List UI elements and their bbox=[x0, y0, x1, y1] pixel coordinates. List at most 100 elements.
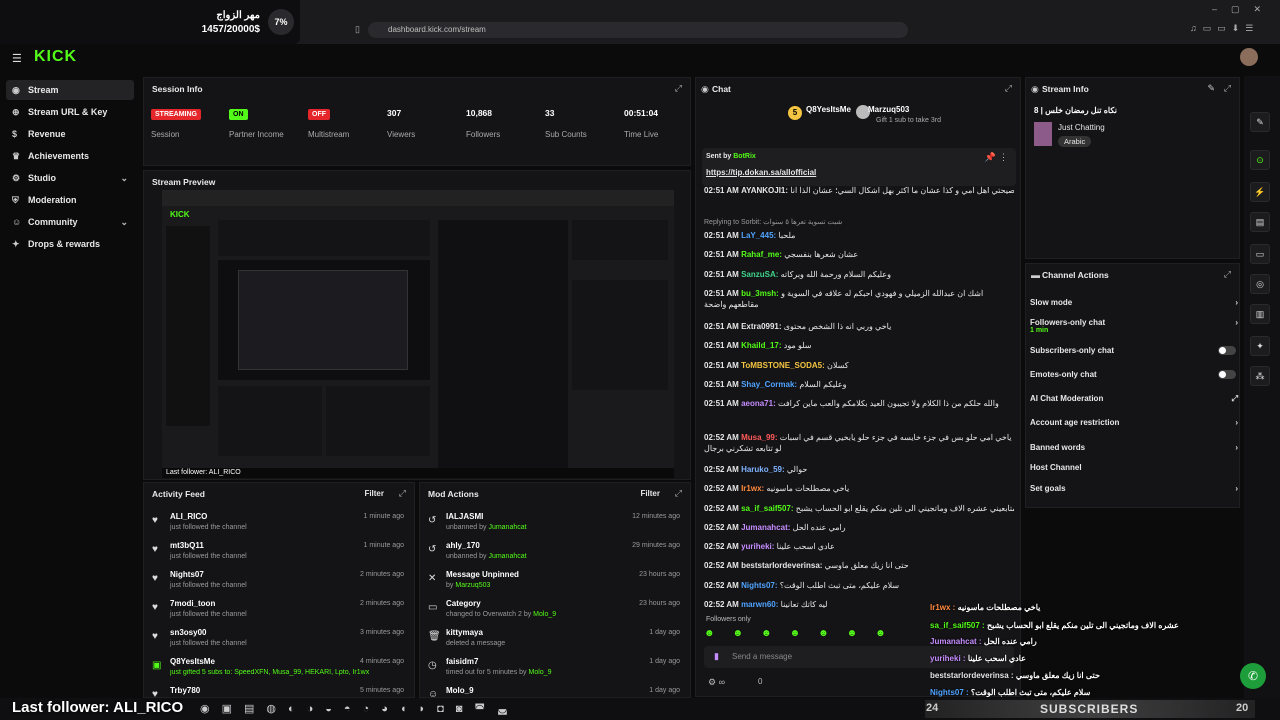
action-host-channel[interactable]: Host Channel bbox=[1030, 463, 1240, 485]
item-name[interactable]: Message Unpinned bbox=[446, 570, 519, 579]
chat-message[interactable]: 02:51 AM Rahaf_me: عشان شعرها بنفسجي bbox=[704, 249, 1014, 260]
pinned-link[interactable]: https://tip.dokan.sa/allofficial bbox=[706, 168, 816, 177]
action-subscribers-only[interactable]: Subscribers-only chat bbox=[1030, 346, 1240, 368]
action-set-goals[interactable]: Set goals › bbox=[1030, 484, 1240, 506]
item-name[interactable]: Q8YesItsMe bbox=[170, 657, 215, 666]
action-followers-only[interactable]: Followers-only chat 1 min › bbox=[1030, 318, 1240, 340]
chat-message[interactable]: 02:51 AM AYANKOJI1: للمصيحتي اهل امي و ك… bbox=[704, 185, 1014, 196]
sidebar-item-moderation[interactable]: ⛨ Moderation bbox=[6, 190, 134, 210]
message-username[interactable]: Jumanahcat: bbox=[741, 523, 790, 532]
chat-message[interactable]: 02:52 AM Jumanahcat: رامي عنده الحل bbox=[704, 522, 1014, 533]
expand-icon[interactable]: ⤢ bbox=[675, 488, 682, 499]
action-slow-mode[interactable]: Slow mode › bbox=[1030, 298, 1240, 320]
item-name[interactable]: ahly_170 bbox=[446, 541, 480, 550]
more-icon[interactable]: ⋮ bbox=[999, 152, 1008, 163]
edit-icon[interactable]: ✎ bbox=[1207, 83, 1215, 94]
message-username[interactable]: Musa_99: bbox=[741, 433, 777, 442]
item-name[interactable]: Category bbox=[446, 599, 481, 608]
gifter-name[interactable]: Marzuq503 bbox=[868, 105, 909, 114]
message-username[interactable]: aeona71: bbox=[741, 399, 776, 408]
sidebar-item-stream[interactable]: ◉ Stream bbox=[6, 80, 134, 100]
toggle-switch[interactable] bbox=[1218, 370, 1236, 379]
chat-message[interactable]: 02:51 AM ToMBSTONE_SODA5: كسلان bbox=[704, 360, 1014, 371]
chat-message[interactable]: 02:51 AM Shay_Cormak: وعليكم السلام bbox=[704, 379, 1014, 390]
item-name[interactable]: faisidm7 bbox=[446, 657, 478, 666]
pinned-bot[interactable]: BotRix bbox=[733, 153, 756, 160]
community-icon[interactable]: ⁂ bbox=[1250, 366, 1270, 386]
category-name[interactable]: Just Chatting bbox=[1058, 123, 1105, 132]
bolt-icon[interactable]: ⚡ bbox=[1250, 182, 1270, 202]
stream-preview-video[interactable]: KICK Last follower: ALI_RICO bbox=[162, 190, 674, 478]
action-account-age[interactable]: Account age restriction › bbox=[1030, 418, 1240, 440]
chat-message[interactable]: 02:51 AM aeona71: والله حلكم من ذا الكلا… bbox=[704, 398, 1014, 409]
item-name[interactable]: 7modi_toon bbox=[170, 599, 215, 608]
address-bar[interactable]: dashboard.kick.com/stream bbox=[368, 22, 908, 38]
action-emotes-only[interactable]: Emotes-only chat bbox=[1030, 370, 1240, 392]
action-ai-moderation[interactable]: AI Chat Moderation ⤢ bbox=[1030, 394, 1240, 416]
sidebar-item-achievements[interactable]: ♛ Achievements bbox=[6, 146, 134, 166]
chat-message[interactable]: 02:51 AM LaY_445: ملحبا bbox=[704, 230, 1014, 241]
filter-button[interactable]: Filter bbox=[364, 489, 384, 498]
sidebar-item-community[interactable]: ☺ Community ⌄ bbox=[6, 212, 134, 232]
message-username[interactable]: LaY_445: bbox=[741, 231, 776, 240]
item-by[interactable]: Jumanahcat bbox=[488, 553, 526, 560]
item-name[interactable]: sn3osy00 bbox=[170, 628, 206, 637]
message-username[interactable]: Khaild_17: bbox=[741, 341, 781, 350]
emote-icon[interactable]: ▮ bbox=[714, 651, 719, 662]
item-name[interactable]: IALJASMI bbox=[446, 512, 483, 521]
message-username[interactable]: bu_3msh: bbox=[741, 289, 779, 298]
message-icon[interactable]: ▭ bbox=[1250, 244, 1270, 264]
message-username[interactable]: Shay_Cormak: bbox=[741, 380, 797, 389]
pinned-message[interactable]: Sent by BotRix https://tip.dokan.sa/allo… bbox=[702, 148, 1016, 186]
message-username[interactable]: marwn60: bbox=[741, 600, 778, 609]
message-username[interactable]: Ir1wx: bbox=[741, 484, 764, 493]
chat-message[interactable]: 02:52 AM Haruko_59: حوالي bbox=[704, 464, 1014, 475]
expand-icon[interactable]: ⤢ bbox=[1224, 83, 1231, 94]
broadcast-icon[interactable]: ◎ bbox=[1250, 274, 1270, 294]
expand-icon[interactable]: ⤢ bbox=[675, 83, 682, 94]
action-banned-words[interactable]: Banned words › bbox=[1030, 443, 1240, 465]
chat-message[interactable]: 02:52 AM beststarlordeverinsa: حتى انا ز… bbox=[704, 560, 1014, 571]
sidebar-item-revenue[interactable]: $ Revenue bbox=[6, 124, 134, 144]
chat-message[interactable]: 02:51 AM Khaild_17: سلو مود bbox=[704, 340, 1014, 351]
message-username[interactable]: Extra0991: bbox=[741, 322, 781, 331]
message-username[interactable]: AYANKOJI1: bbox=[741, 186, 788, 195]
pin-icon[interactable]: 📌 bbox=[985, 152, 996, 163]
item-name[interactable]: Nights07 bbox=[170, 570, 204, 579]
message-username[interactable]: beststarlordeverinsa: bbox=[741, 561, 822, 570]
item-name[interactable]: kittymaya bbox=[446, 628, 483, 637]
chat-message[interactable]: Replying to Sorbit: شبت تسوية تعرها ٥ سن… bbox=[704, 216, 1014, 228]
menu-icon[interactable]: ☰ bbox=[12, 52, 22, 65]
chat-message[interactable]: 02:52 AM sa_if_saif507: متابعيني عشره ال… bbox=[704, 503, 1014, 514]
bookmark-icon[interactable]: ▯ bbox=[355, 24, 360, 35]
chat-message[interactable]: 02:52 AM Ir1wx: ياخي مصطلحات ماسونيه bbox=[704, 483, 1014, 494]
sidebar-item-stream-url[interactable]: ⊕ Stream URL & Key bbox=[6, 102, 134, 122]
item-name[interactable]: Trby780 bbox=[170, 686, 200, 695]
taskbar-apps[interactable]: ◉▣▤◍◐◑◒◓◔◕◖◗◘◙◚◛ bbox=[200, 702, 520, 715]
message-username[interactable]: ToMBSTONE_SODA5: bbox=[741, 361, 825, 370]
avatar[interactable] bbox=[1240, 48, 1258, 66]
window-controls[interactable]: –▢✕ bbox=[1212, 4, 1275, 15]
toggle-switch[interactable] bbox=[1218, 346, 1236, 355]
sidebar-item-drops[interactable]: ✦ Drops & rewards bbox=[6, 234, 134, 254]
expand-icon[interactable]: ⤢ bbox=[399, 488, 406, 499]
message-username[interactable]: SanzuSA: bbox=[741, 270, 778, 279]
item-name[interactable]: ALI_RICO bbox=[170, 512, 207, 521]
emote-bar[interactable]: ☻☻☻☻☻☻☻ bbox=[704, 628, 914, 640]
chat-message[interactable]: 02:51 AM Extra0991: ياخي وربي انه ذا الش… bbox=[704, 321, 1014, 332]
gifter-name[interactable]: Q8YesItsMe bbox=[806, 105, 851, 114]
browser-toolbar-icons[interactable]: ♫▭▭⬇☰ bbox=[1190, 23, 1259, 34]
target-icon[interactable]: ⊙ bbox=[1250, 150, 1270, 170]
item-by[interactable]: Marzuq503 bbox=[455, 582, 490, 589]
item-name[interactable]: mt3bQ11 bbox=[170, 541, 204, 550]
kick-logo[interactable]: KICK bbox=[34, 48, 77, 66]
chat-message[interactable]: 02:51 AM SanzuSA: وعليكم السلام ورحمة ال… bbox=[704, 269, 1014, 280]
item-by[interactable]: Jumanahcat bbox=[488, 524, 526, 531]
chat-message[interactable]: 02:52 AM Nights07: سلام عليكم، متى تبث ا… bbox=[704, 580, 1014, 591]
message-username[interactable]: Rahaf_me: bbox=[741, 250, 782, 259]
item-name[interactable]: Molo_9 bbox=[446, 686, 474, 695]
edit-icon[interactable]: ✎ bbox=[1250, 112, 1270, 132]
expand-icon[interactable]: ⤢ bbox=[1224, 269, 1231, 280]
expand-icon[interactable]: ⤢ bbox=[1005, 83, 1012, 94]
sidebar-item-studio[interactable]: ⚙ Studio ⌄ bbox=[6, 168, 134, 188]
